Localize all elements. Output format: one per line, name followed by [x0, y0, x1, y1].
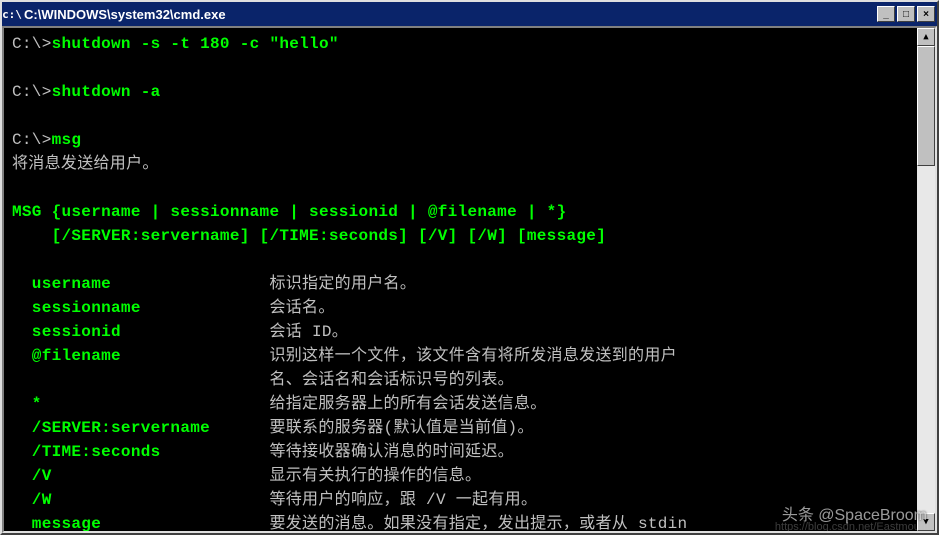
scroll-thumb[interactable] — [917, 46, 935, 166]
window-title: C:\WINDOWS\system32\cmd.exe — [24, 7, 877, 22]
minimize-button[interactable]: _ — [877, 6, 895, 22]
window-controls: _ □ × — [877, 6, 935, 22]
scroll-track[interactable] — [917, 46, 935, 513]
close-button[interactable]: × — [917, 6, 935, 22]
terminal-output[interactable]: C:\>shutdown -s -t 180 -c "hello" C:\>sh… — [4, 28, 917, 531]
vertical-scrollbar: ▲ ▼ — [917, 28, 935, 531]
main-window: c:\ C:\WINDOWS\system32\cmd.exe _ □ × C:… — [0, 0, 939, 535]
watermark-url: https://blog.csdn.net/Eastmount — [775, 521, 929, 533]
maximize-button[interactable]: □ — [897, 6, 915, 22]
client-area: C:\>shutdown -s -t 180 -c "hello" C:\>sh… — [2, 26, 937, 533]
titlebar[interactable]: c:\ C:\WINDOWS\system32\cmd.exe _ □ × — [2, 2, 937, 26]
cmd-icon: c:\ — [4, 6, 20, 22]
scroll-up-button[interactable]: ▲ — [917, 28, 935, 46]
